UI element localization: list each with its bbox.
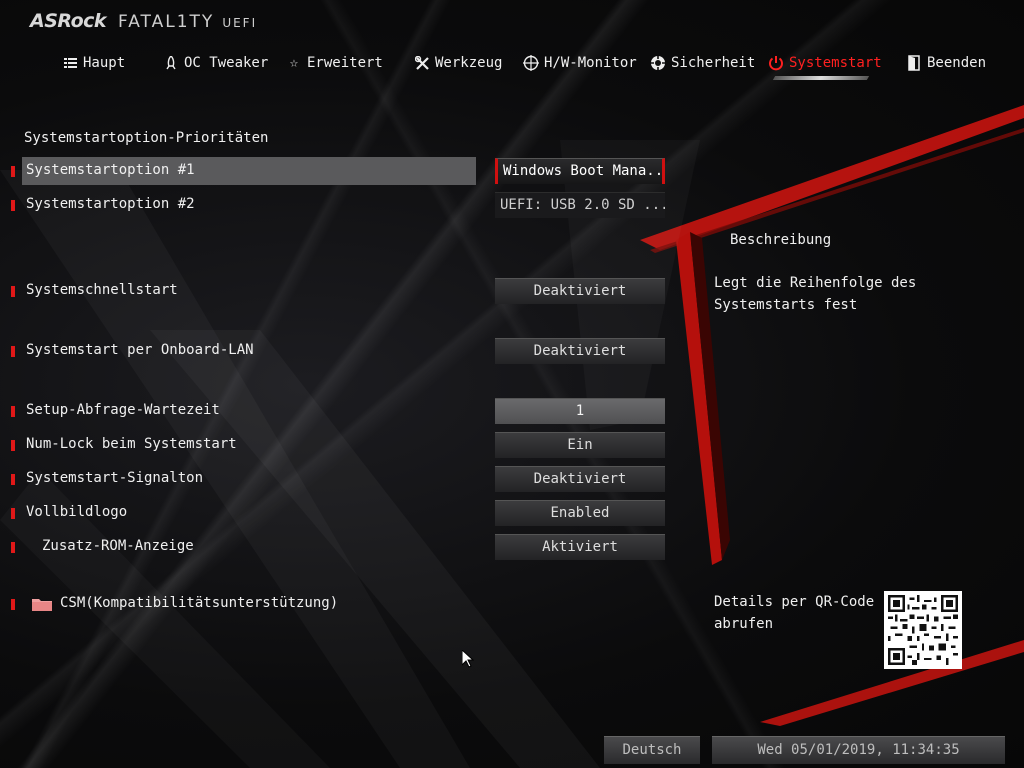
boot-option-1-value[interactable]: Windows Boot Mana... <box>495 158 665 184</box>
boot-beep-value[interactable]: Deaktiviert <box>495 466 665 492</box>
setting-marker <box>11 542 15 553</box>
power-icon <box>768 55 784 71</box>
qr-code-hint: Details per QR-Code abrufen <box>714 594 875 632</box>
setup-prompt-timeout-input[interactable]: 1 <box>495 398 665 424</box>
tab-erweitert[interactable]: ☆ Erweitert <box>286 50 383 76</box>
numlock-value[interactable]: Ein <box>495 432 665 458</box>
brand-series: FATAL1TY <box>118 12 215 32</box>
description-title: Beschreibung <box>730 232 832 248</box>
setting-row-boot-option-1[interactable]: Systemstartoption #1 Windows Boot Mana..… <box>0 157 680 185</box>
setting-row-boot-beep[interactable]: Systemstart-Signalton Deaktiviert <box>0 465 680 493</box>
background <box>0 0 1024 768</box>
onboard-lan-boot-value[interactable]: Deaktiviert <box>495 338 665 364</box>
setting-label: Systemstartoption #1 <box>26 162 195 178</box>
brand-name: ASRock <box>30 10 107 32</box>
setting-row-numlock[interactable]: Num-Lock beim Systemstart Ein <box>0 431 680 459</box>
tab-hw-monitor[interactable]: H/W-Monitor <box>523 50 637 76</box>
tab-label: Erweitert <box>307 55 383 71</box>
background-art <box>150 105 1024 768</box>
shield-icon <box>650 55 666 71</box>
qr-code-image <box>888 595 958 665</box>
setting-row-csm[interactable]: CSM(Kompatibilitätsunterstützung) <box>0 590 680 618</box>
setting-marker <box>11 166 15 177</box>
setting-marker <box>11 440 15 451</box>
folder-icon <box>32 599 52 611</box>
boot-option-2-value[interactable]: UEFI: USB 2.0 SD ... <box>495 192 665 218</box>
setting-label: Zusatz-ROM-Anzeige <box>42 538 194 554</box>
setting-label: CSM(Kompatibilitätsunterstützung) <box>60 595 339 611</box>
tab-label: Werkzeug <box>435 55 503 71</box>
tab-label: OC Tweaker <box>184 55 269 71</box>
language-button[interactable]: Deutsch <box>604 736 700 764</box>
star-icon: ☆ <box>289 55 299 71</box>
datetime-display: Wed 05/01/2019, 11:34:35 <box>712 736 1005 764</box>
mouse-cursor-icon <box>462 650 474 668</box>
tab-label: Systemstart <box>789 55 882 71</box>
tab-systemstart[interactable]: Systemstart <box>768 50 882 76</box>
addon-rom-display-value[interactable]: Aktiviert <box>495 534 665 560</box>
active-tab-indicator <box>772 76 870 80</box>
setting-row-boot-option-2[interactable]: Systemstartoption #2 UEFI: USB 2.0 SD ..… <box>0 191 680 219</box>
setting-row-addon-rom-display[interactable]: Zusatz-ROM-Anzeige Aktiviert <box>0 533 680 561</box>
fast-boot-value[interactable]: Deaktiviert <box>495 278 665 304</box>
setting-label: Systemstartoption #2 <box>26 196 195 212</box>
tab-label: Haupt <box>83 55 126 71</box>
tab-label: H/W-Monitor <box>544 55 637 71</box>
setting-row-setup-prompt-timeout[interactable]: Setup-Abfrage-Wartezeit 1 <box>0 397 680 425</box>
setting-marker <box>11 474 15 485</box>
setting-marker <box>11 406 15 417</box>
setting-label: Num-Lock beim Systemstart <box>26 436 237 452</box>
main-nav: Haupt OC Tweaker ☆ Erweitert Werkzeug H/… <box>0 50 1024 80</box>
tab-oc-tweaker[interactable]: OC Tweaker <box>163 50 268 76</box>
setting-label: Setup-Abfrage-Wartezeit <box>26 402 220 418</box>
qr-code <box>884 591 962 669</box>
setting-row-fast-boot[interactable]: Systemschnellstart Deaktiviert <box>0 277 680 305</box>
setting-label: Systemstart per Onboard-LAN <box>26 342 254 358</box>
tab-beenden[interactable]: Beenden <box>906 50 986 76</box>
tab-sicherheit[interactable]: Sicherheit <box>650 50 755 76</box>
rocket-icon <box>163 55 179 71</box>
tab-werkzeug[interactable]: Werkzeug <box>414 50 502 76</box>
section-title: Systemstartoption-Prioritäten <box>24 130 269 146</box>
setting-marker <box>11 286 15 297</box>
setting-marker <box>11 508 15 519</box>
setting-marker <box>11 346 15 357</box>
setting-row-onboard-lan-boot[interactable]: Systemstart per Onboard-LAN Deaktiviert <box>0 337 680 365</box>
setting-marker <box>11 599 15 610</box>
tab-haupt[interactable]: Haupt <box>62 50 125 76</box>
list-icon <box>62 55 78 71</box>
description-text: Legt die Reihenfolge des Systemstarts fe… <box>714 275 917 313</box>
tab-label: Sicherheit <box>671 55 756 71</box>
brand-logo: ASRock FATAL1TY UEFI <box>30 10 257 32</box>
setting-row-full-screen-logo[interactable]: Vollbildlogo Enabled <box>0 499 680 527</box>
crosshair-icon <box>523 55 539 71</box>
setting-label: Systemschnellstart <box>26 282 178 298</box>
tab-label: Beenden <box>927 55 987 71</box>
full-screen-logo-value[interactable]: Enabled <box>495 500 665 526</box>
tools-icon <box>414 55 430 71</box>
exit-door-icon <box>906 55 922 71</box>
brand-firmware: UEFI <box>222 16 258 30</box>
setting-label: Systemstart-Signalton <box>26 470 204 486</box>
setting-marker <box>11 200 15 211</box>
setting-label: Vollbildlogo <box>26 504 128 520</box>
